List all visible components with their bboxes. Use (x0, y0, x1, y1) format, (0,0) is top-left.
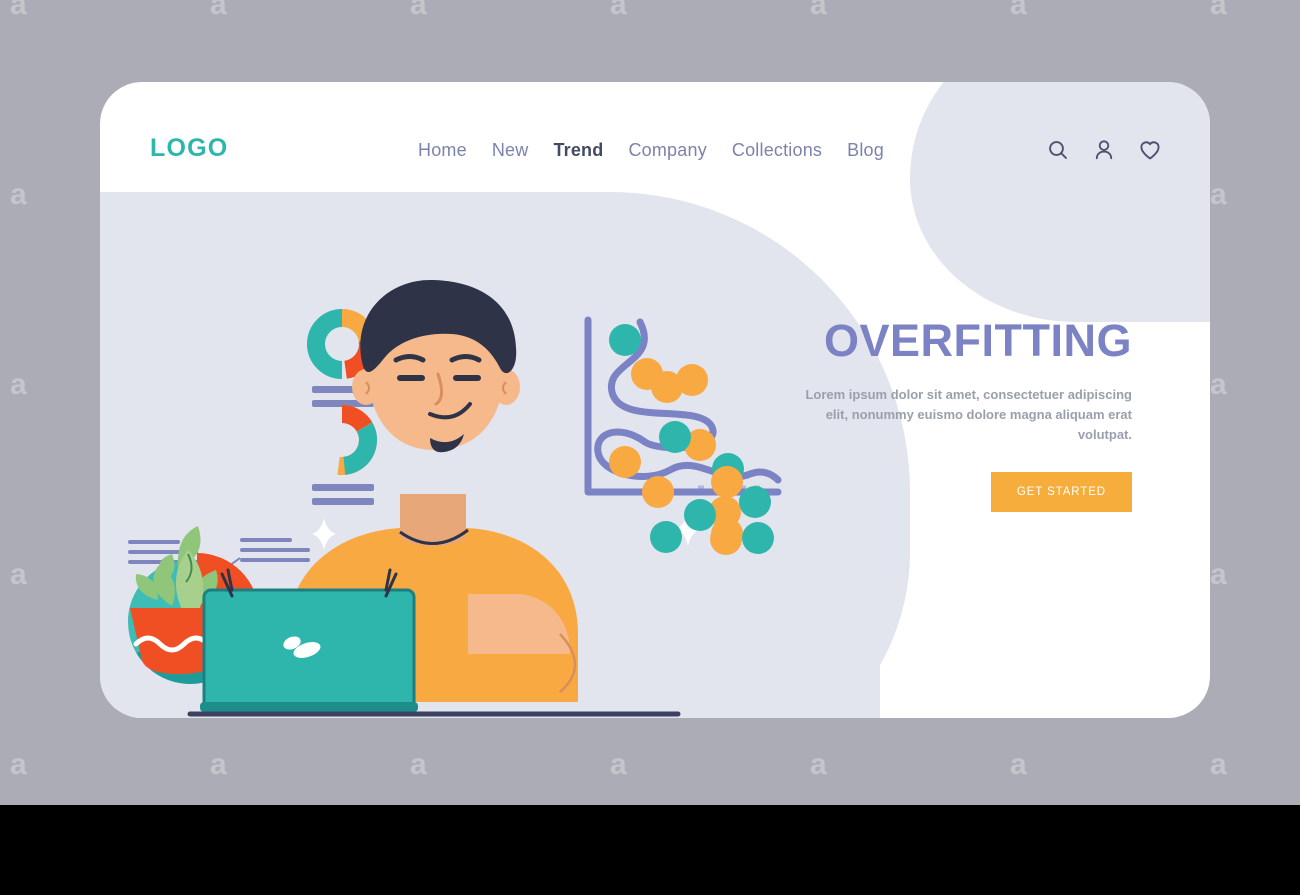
header-icon-group (1046, 138, 1162, 162)
nav-item-new[interactable]: New (492, 140, 529, 161)
hero-text-block: OVERFITTING Lorem ipsum dolor sit amet, … (802, 315, 1132, 513)
hero-description: Lorem ipsum dolor sit amet, consectetuer… (805, 387, 1132, 443)
page-title: OVERFITTING (824, 315, 1132, 366)
text-bar (312, 484, 374, 491)
watermark-letter: a (410, 0, 427, 21)
watermark-letter: a (210, 0, 227, 21)
sparkle-icon (312, 518, 336, 550)
search-icon[interactable] (1046, 138, 1070, 162)
watermark-letter: a (410, 748, 427, 781)
nav-item-company[interactable]: Company (628, 140, 706, 161)
text-bar (312, 498, 374, 505)
heart-icon[interactable] (1138, 138, 1162, 162)
hero-illustration (100, 202, 840, 718)
watermark-letter: a (1210, 0, 1227, 21)
watermark-letter: a (10, 0, 27, 21)
watermark-letter: a (1210, 178, 1227, 211)
watermark-letter: a (1010, 748, 1027, 781)
landing-page-card: LOGO Home New Trend Company Collections … (100, 82, 1210, 718)
site-header: LOGO Home New Trend Company Collections … (100, 82, 1210, 210)
nav-item-trend[interactable]: Trend (553, 140, 603, 161)
watermark-letter: a (1210, 748, 1227, 781)
user-icon[interactable] (1092, 138, 1116, 162)
alamy-watermark-bar: alamy Image ID: 2X6RMJM www.alamy.com (0, 805, 1300, 895)
site-logo[interactable]: LOGO (150, 134, 228, 163)
get-started-button[interactable]: GET STARTED (990, 472, 1132, 513)
watermark-letter: a (810, 748, 827, 781)
watermark-letter: a (10, 178, 27, 211)
watermark-letter: a (610, 748, 627, 781)
nav-item-blog[interactable]: Blog (847, 140, 884, 161)
nav-item-home[interactable]: Home (418, 140, 467, 161)
main-navigation: Home New Trend Company Collections Blog (418, 140, 884, 161)
scatter-overfitting-plot (584, 316, 782, 555)
screenshot-stage: aaaaaaaaaaaaaaaaaaaaaaaaaaaaaaaaaaa LOGO… (0, 0, 1300, 895)
watermark-letter: a (610, 0, 627, 21)
laptop (200, 568, 418, 712)
watermark-letter: a (810, 0, 827, 21)
watermark-letter: a (10, 558, 27, 591)
watermark-letter: a (1010, 0, 1027, 21)
watermark-letter: a (10, 748, 27, 781)
watermark-letter: a (1210, 558, 1227, 591)
nav-item-collections[interactable]: Collections (732, 140, 822, 161)
watermark-letter: a (210, 748, 227, 781)
watermark-letter: a (1210, 368, 1227, 401)
watermark-letter: a (10, 368, 27, 401)
donut-chart-bottom (307, 405, 377, 475)
